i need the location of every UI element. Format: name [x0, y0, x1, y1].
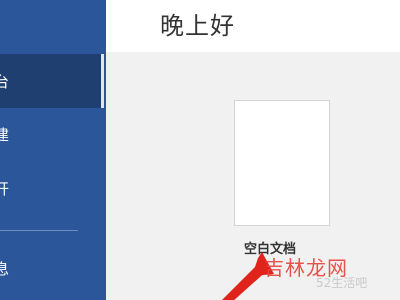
sidebar: 台 建 开 息 [0, 0, 106, 300]
sidebar-divider [0, 230, 78, 231]
watermark-sub: 52生活吧 [316, 276, 368, 290]
sidebar-item-open[interactable]: 开 [0, 166, 106, 210]
sidebar-item-label: 台 [0, 72, 10, 91]
sidebar-item-label: 建 [0, 125, 10, 144]
sidebar-item-start[interactable]: 台 [0, 54, 104, 108]
greeting-title: 晚上好 [160, 12, 235, 40]
sidebar-item-info[interactable]: 息 [0, 246, 106, 290]
header: 晚上好 [106, 0, 400, 52]
blank-document-thumbnail[interactable] [234, 100, 330, 226]
sidebar-item-new[interactable]: 建 [0, 112, 106, 156]
sidebar-item-label: 开 [0, 179, 10, 198]
sidebar-item-label: 息 [0, 259, 10, 278]
